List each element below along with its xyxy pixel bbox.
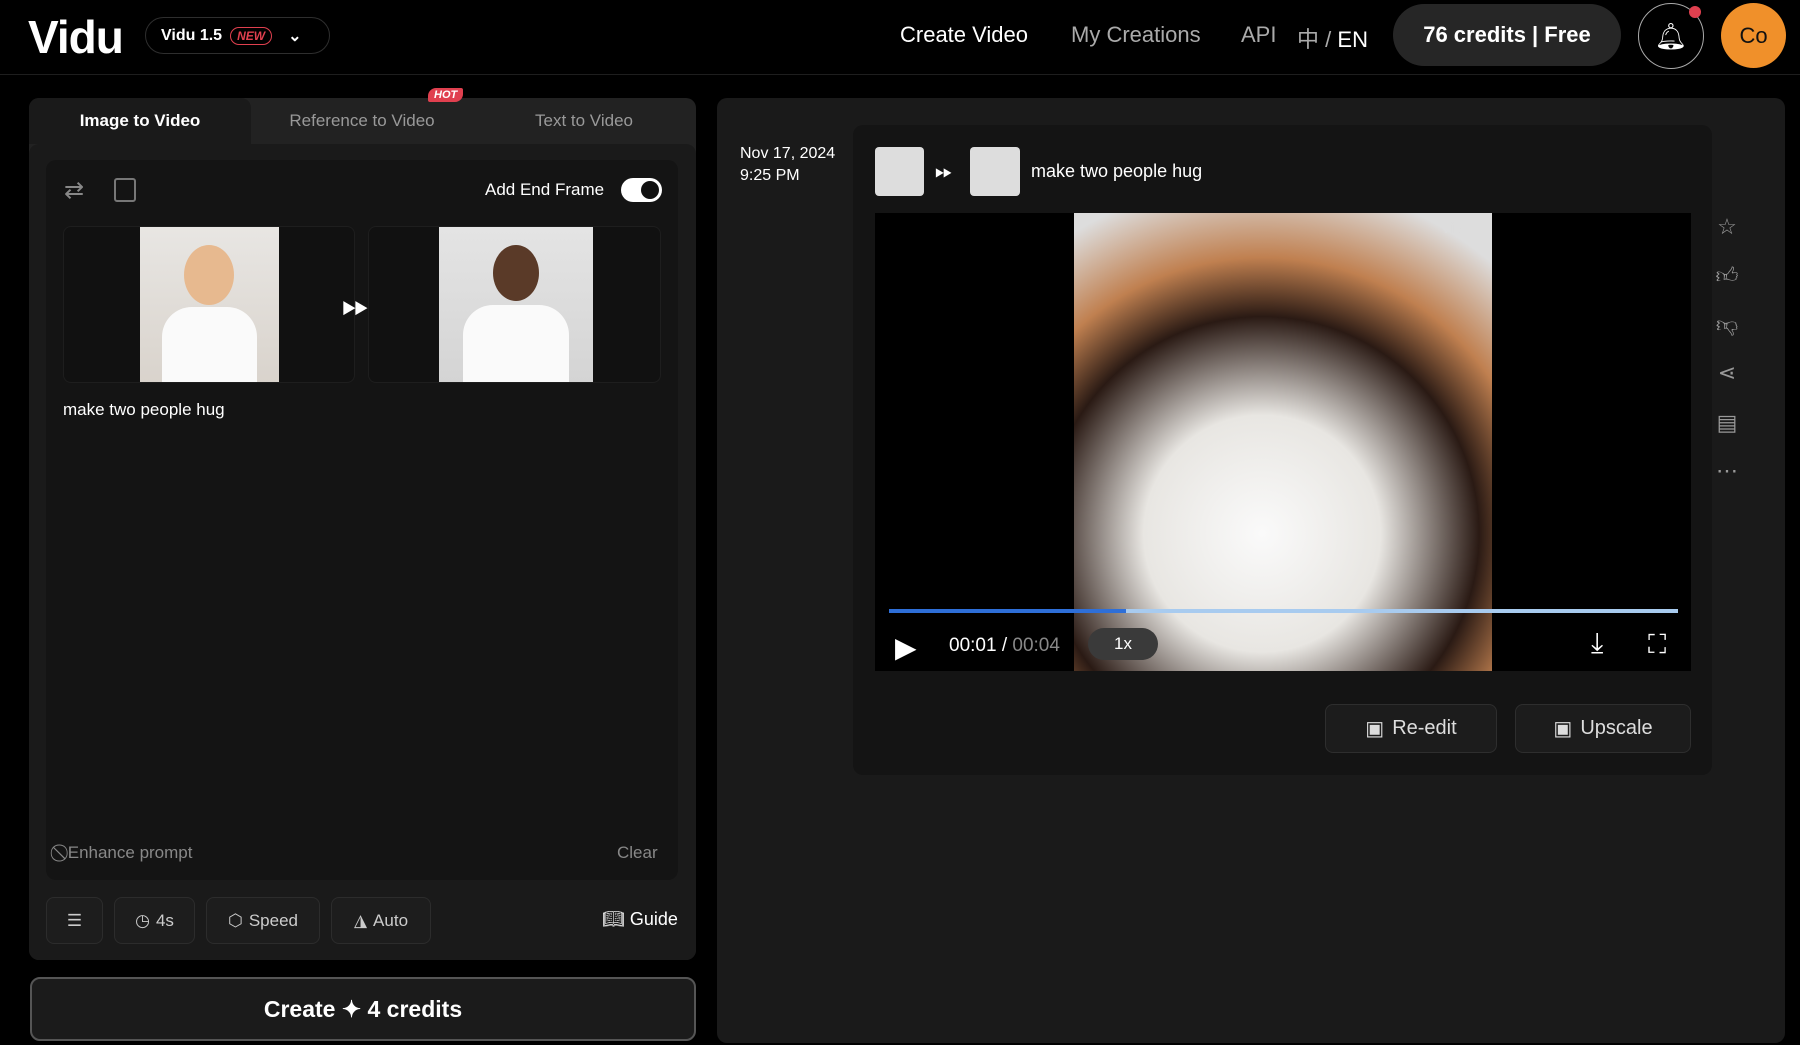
- model-name: Vidu 1.5: [161, 26, 223, 44]
- prompt-input[interactable]: make two people hug: [63, 400, 225, 420]
- crop-icon[interactable]: [114, 178, 136, 202]
- start-frame-image: [140, 227, 279, 382]
- create-button[interactable]: Create ✦ 4 credits: [30, 977, 696, 1041]
- details-icon[interactable]: ▤: [1714, 410, 1740, 436]
- lang-zh[interactable]: 中: [1297, 27, 1319, 52]
- enhance-prompt-toggle[interactable]: ⃠ Enhance prompt: [63, 843, 193, 863]
- aspect-icon: ◮: [353, 910, 368, 930]
- time-display: 00:01 / 00:04: [949, 635, 1060, 657]
- notifications-button[interactable]: 🔔︎: [1638, 3, 1704, 69]
- book-icon: 📖︎: [602, 909, 625, 929]
- more-icon[interactable]: ⋯: [1714, 458, 1740, 484]
- watermark: Vidu: [1441, 220, 1471, 237]
- fast-forward-icon: ⏩︎: [342, 286, 370, 324]
- result-datetime: Nov 17, 2024 9:25 PM: [740, 143, 835, 187]
- result-time: 9:25 PM: [740, 167, 800, 184]
- playback-speed[interactable]: 1x: [1088, 628, 1158, 660]
- sliders-icon: ☰: [66, 910, 83, 930]
- mode-label: Speed: [248, 910, 298, 930]
- total-time: 00:04: [1012, 635, 1060, 656]
- guide-label: Guide: [629, 909, 678, 929]
- re-edit-button[interactable]: ▣ Re-edit: [1325, 704, 1497, 753]
- play-icon[interactable]: ▶: [895, 631, 917, 664]
- result-prompt: make two people hug: [1031, 161, 1203, 181]
- duration-button[interactable]: ◷ 4s: [114, 897, 195, 944]
- star-icon[interactable]: ☆: [1714, 214, 1740, 240]
- aspect-label: Auto: [373, 910, 409, 930]
- share-icon[interactable]: ⋖: [1714, 360, 1740, 386]
- progress-fill: [889, 609, 1126, 613]
- notification-dot: [1689, 6, 1701, 18]
- upscale-label: Upscale: [1580, 717, 1653, 739]
- mode-button[interactable]: ⬡ Speed: [206, 897, 320, 944]
- model-selector[interactable]: Vidu 1.5 NEW ⌄: [145, 17, 330, 54]
- enhance-label: Enhance prompt: [67, 843, 193, 862]
- nav-my-creations[interactable]: My Creations: [1071, 22, 1201, 48]
- nav-create-video[interactable]: Create Video: [900, 22, 1028, 48]
- language-switch[interactable]: 中 / EN: [1297, 22, 1368, 54]
- timer-icon: ◷: [135, 910, 150, 930]
- chevron-down-icon: ⌄: [288, 27, 302, 45]
- video-player[interactable]: Vidu ▶ 00:01 / 00:04 1x ⤓ ⛶: [875, 213, 1691, 671]
- fullscreen-icon[interactable]: ⛶: [1648, 629, 1666, 661]
- video-edit-icon: ▣: [1365, 718, 1385, 740]
- end-frame-toggle[interactable]: [621, 178, 662, 202]
- clear-button[interactable]: Clear: [617, 843, 658, 863]
- lang-sep: /: [1325, 27, 1332, 52]
- start-frame-card[interactable]: [63, 226, 355, 383]
- fast-forward-icon: ⏩︎: [935, 158, 953, 183]
- bell-icon: 🔔︎: [1654, 20, 1688, 51]
- tab-image-to-video[interactable]: Image to Video: [29, 98, 251, 144]
- settings-button[interactable]: ☰: [46, 897, 103, 944]
- current-time: 00:01: [949, 635, 997, 656]
- progress-bar[interactable]: [889, 609, 1678, 613]
- aspect-button[interactable]: ◮ Auto: [331, 897, 431, 944]
- end-frame-image: [439, 227, 593, 382]
- nav-api[interactable]: API: [1241, 22, 1276, 48]
- end-frame-label: Add End Frame: [485, 180, 605, 199]
- lang-en[interactable]: EN: [1337, 27, 1368, 52]
- end-frame-card[interactable]: [368, 226, 661, 383]
- guide-link[interactable]: 📖︎ Guide: [602, 909, 678, 930]
- hot-badge: HOT: [428, 88, 464, 102]
- thumbs-up-icon[interactable]: 👍︎: [1714, 263, 1740, 289]
- tab-text-to-video[interactable]: Text to Video: [473, 98, 695, 144]
- thumbs-down-icon[interactable]: 👎︎: [1714, 312, 1740, 338]
- logo[interactable]: Vidu: [28, 10, 124, 64]
- video-frame: [1074, 213, 1492, 671]
- time-sep: /: [1001, 635, 1008, 656]
- hd-icon: ▣: [1553, 718, 1573, 740]
- hexagon-icon: ⬡: [227, 910, 243, 930]
- result-date: Nov 17, 2024: [740, 145, 836, 162]
- download-icon[interactable]: ⤓: [1591, 627, 1603, 660]
- result-end-thumb[interactable]: [970, 147, 1020, 196]
- avatar[interactable]: Co: [1721, 3, 1786, 68]
- duration-label: 4s: [155, 910, 174, 930]
- swap-icon[interactable]: ⇄: [64, 176, 84, 205]
- new-badge: NEW: [230, 26, 273, 45]
- re-edit-label: Re-edit: [1392, 717, 1457, 739]
- tab-reference-to-video[interactable]: Reference to Video: [251, 98, 473, 144]
- credits-button[interactable]: 76 credits | Free: [1393, 4, 1621, 66]
- result-start-thumb[interactable]: [875, 147, 924, 196]
- upscale-button[interactable]: ▣ Upscale: [1515, 704, 1691, 753]
